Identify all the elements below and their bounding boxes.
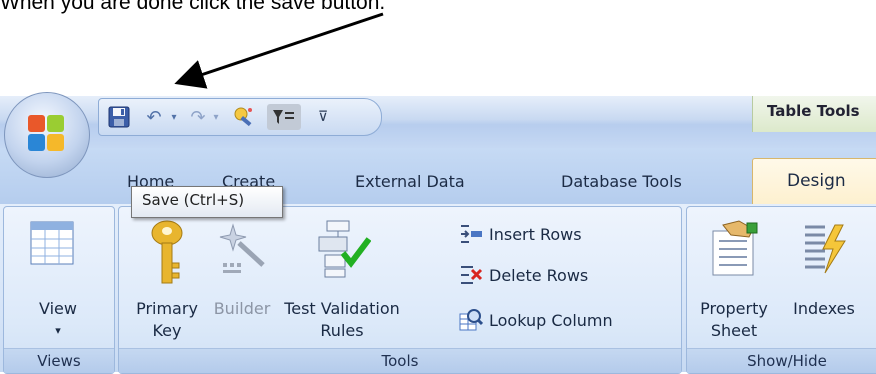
test-validation-rules-button[interactable]: Test Validation Rules — [277, 215, 407, 345]
filter-toggle-icon[interactable] — [267, 104, 301, 130]
lookup-column-button[interactable]: Lookup Column — [459, 307, 613, 333]
undo-dropdown-icon[interactable]: ▾ — [167, 104, 181, 130]
group-tools-label: Tools — [119, 348, 681, 373]
builder-label: Builder — [213, 299, 271, 318]
indexes-button[interactable]: Indexes — [781, 215, 867, 345]
builder-wand-icon — [219, 223, 265, 273]
quick-access-toolbar: ↶ ▾ ↷ ▾ ⊽ — [98, 98, 382, 136]
redo-dropdown-icon[interactable]: ▾ — [209, 104, 223, 130]
delete-rows-button[interactable]: Delete Rows — [459, 262, 588, 288]
delete-rows-icon — [461, 266, 483, 284]
test-validation-label-1: Test Validation — [284, 299, 400, 318]
tab-design-label: Design — [787, 171, 846, 191]
group-show-hide: Property Sheet Indexes Show/Hide — [686, 206, 876, 374]
context-title-label: Table Tools — [767, 102, 860, 120]
primary-key-label-1: Primary — [136, 299, 198, 318]
builder-button[interactable]: Builder — [207, 215, 277, 345]
save-icon[interactable] — [105, 104, 133, 130]
test-validation-icon — [318, 220, 371, 278]
customize-qat-icon[interactable]: ⊽ — [313, 104, 333, 130]
office-logo-icon — [28, 115, 64, 151]
lookup-column-label: Lookup Column — [489, 310, 613, 330]
key-icon — [151, 220, 183, 284]
insert-rows-label: Insert Rows — [489, 224, 582, 244]
undo-icon[interactable]: ↶ — [141, 104, 167, 130]
datasheet-view-icon — [30, 221, 74, 265]
insert-rows-button[interactable]: Insert Rows — [459, 221, 582, 247]
redo-icon[interactable]: ↷ — [185, 104, 211, 130]
property-sheet-label-2: Sheet — [710, 321, 758, 340]
tab-external-data[interactable]: External Data — [355, 172, 465, 191]
primary-key-button[interactable]: Primary Key — [129, 215, 205, 345]
lookup-column-icon — [459, 309, 483, 331]
group-views-label: Views — [4, 348, 114, 373]
property-sheet-icon — [712, 220, 758, 276]
primary-key-label-2: Key — [152, 321, 182, 340]
view-button-label: View — [39, 299, 77, 318]
delete-rows-label: Delete Rows — [489, 265, 589, 285]
save-tooltip: Save (Ctrl+S) — [131, 186, 283, 218]
property-sheet-label-1: Property — [700, 299, 768, 318]
group-tools: Primary Key Builder Test Validation Rule… — [118, 206, 682, 374]
save-tooltip-text: Save (Ctrl+S) — [142, 191, 245, 209]
view-dropdown-icon: ▾ — [55, 324, 61, 337]
property-sheet-button[interactable]: Property Sheet — [691, 215, 777, 345]
insert-rows-icon — [461, 225, 482, 243]
wizard-icon[interactable] — [229, 104, 259, 130]
indexes-icon — [805, 224, 846, 274]
indexes-label: Indexes — [793, 299, 855, 318]
group-show-hide-label: Show/Hide — [687, 348, 876, 373]
tab-design[interactable]: Design — [752, 158, 876, 206]
office-button[interactable] — [4, 92, 90, 178]
test-validation-label-2: Rules — [320, 321, 364, 340]
view-button[interactable]: View ▾ — [8, 215, 108, 345]
group-views: View ▾ Views — [3, 206, 115, 374]
table-tools-context-title: Table Tools — [752, 96, 876, 132]
tab-database-tools[interactable]: Database Tools — [561, 172, 682, 191]
